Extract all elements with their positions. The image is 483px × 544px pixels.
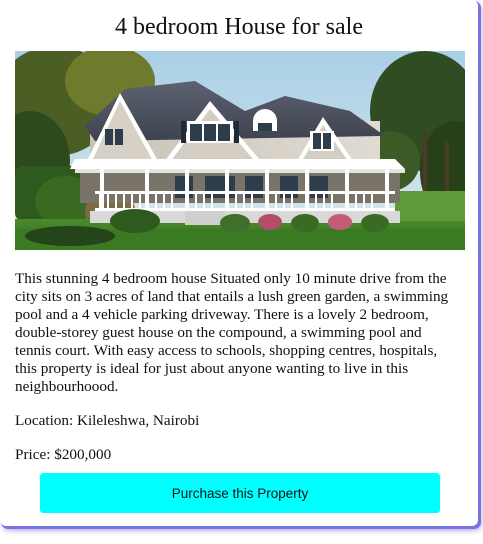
property-title: 4 bedroom House for sale — [115, 14, 363, 40]
property-card: 4 bedroom House for sale This stunning 4… — [0, 0, 478, 526]
purchase-button[interactable]: Purchase this Property — [40, 473, 440, 513]
property-location: Location: Kileleshwa, Nairobi — [15, 412, 200, 429]
property-description: This stunning 4 bedroom house Situated o… — [15, 270, 449, 395]
property-price: Price: $200,000 — [15, 446, 112, 463]
property-photo — [15, 51, 465, 250]
